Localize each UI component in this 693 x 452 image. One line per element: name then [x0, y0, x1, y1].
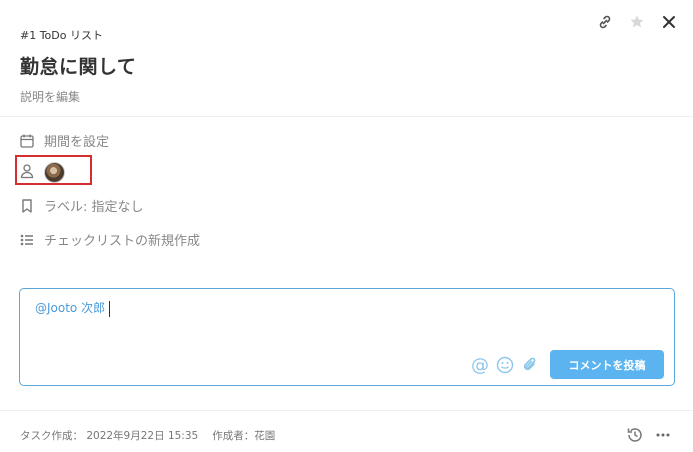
comment-text-wrap: @Jooto 次郎: [35, 299, 111, 317]
bookmark-icon: [18, 197, 36, 215]
text-caret: [109, 300, 111, 317]
mention-icon[interactable]: @: [470, 355, 490, 376]
label-text: ラベル: 指定なし: [44, 200, 144, 215]
history-icon[interactable]: [625, 425, 645, 445]
due-date-label: 期間を設定: [44, 135, 110, 150]
post-comment-button[interactable]: コメントを投稿: [550, 350, 664, 379]
emoji-icon[interactable]: [495, 355, 515, 375]
label-row[interactable]: ラベル: 指定なし: [18, 196, 144, 215]
star-icon[interactable]: [627, 12, 647, 32]
checklist-label: チェックリストの新規作成: [44, 234, 201, 249]
close-icon[interactable]: [659, 12, 679, 32]
task-id: #1 ToDo リスト: [20, 29, 103, 42]
highlight-box: [15, 155, 92, 185]
footer-actions: [625, 425, 673, 445]
created-at: タスク作成： 2022年9月22日 15:35: [20, 430, 199, 442]
checklist-row[interactable]: チェックリストの新規作成: [18, 230, 200, 249]
footer-meta: タスク作成： 2022年9月22日 15:35 作成者：花園: [20, 428, 275, 443]
comment-input[interactable]: @Jooto 次郎 @ コメントを投稿: [19, 288, 675, 386]
checklist-icon: [18, 231, 36, 249]
calendar-icon: [18, 132, 36, 150]
task-header: #1 ToDo リスト 勤怠に関して 説明を編集: [20, 27, 613, 105]
attach-icon[interactable]: [520, 355, 540, 375]
task-title[interactable]: 勤怠に関して: [20, 52, 613, 79]
author: 作成者：花園: [212, 430, 276, 442]
comment-text: @Jooto 次郎: [35, 301, 106, 315]
more-icon[interactable]: [653, 425, 673, 445]
comment-tools: @: [470, 355, 540, 376]
footer-divider: [0, 410, 693, 411]
due-date-row[interactable]: 期間を設定: [18, 131, 109, 150]
edit-description-link[interactable]: 説明を編集: [20, 88, 613, 105]
divider: [0, 116, 693, 117]
